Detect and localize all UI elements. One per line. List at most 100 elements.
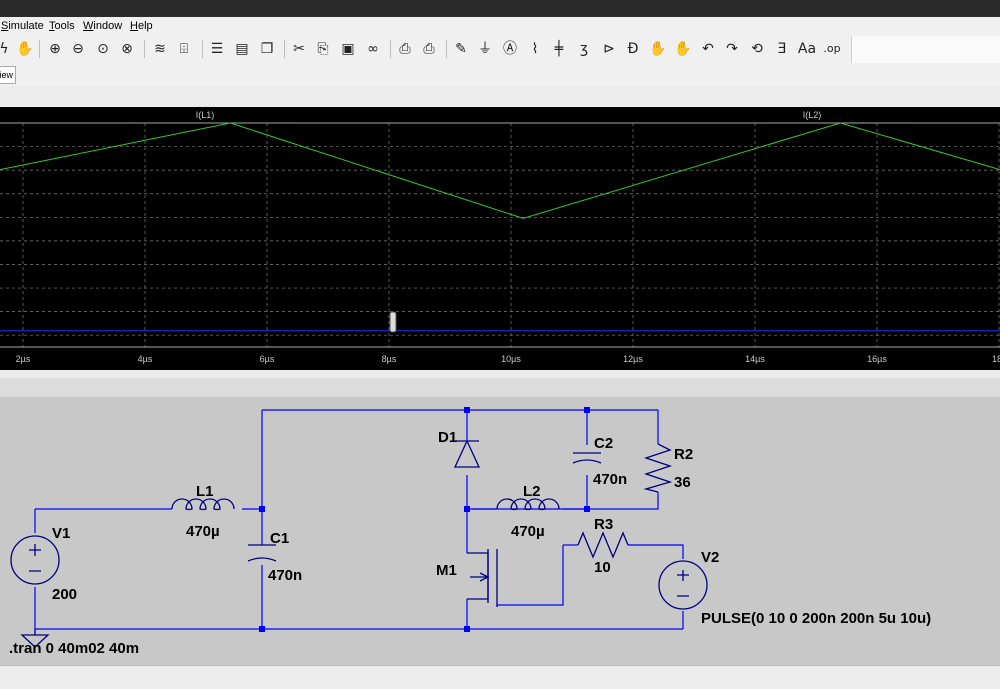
junction (464, 407, 470, 413)
d1-name[interactable]: D1 (438, 429, 457, 446)
tab-view[interactable]: iew (0, 66, 16, 84)
print-setup-icon[interactable]: ⎙ (395, 39, 415, 59)
l1-value[interactable]: 470µ (186, 523, 220, 540)
menu-help[interactable]: Help (130, 20, 153, 32)
spice-directive-icon[interactable]: .op (822, 39, 842, 59)
schematic-titlebar (0, 378, 1000, 397)
menu-window[interactable]: Window (83, 20, 122, 32)
r2-symbol (643, 443, 673, 493)
x-tick-label: 12µs (623, 354, 643, 364)
menu-tools[interactable]: Tools (49, 20, 75, 32)
d1-symbol (453, 439, 481, 468)
pan-hand-icon[interactable]: ✋ (15, 39, 35, 59)
c2-value[interactable]: 470n (593, 471, 627, 488)
autorange-icon[interactable]: ≋ (150, 39, 170, 59)
c2-name[interactable]: C2 (594, 435, 613, 452)
v1-symbol (10, 535, 60, 585)
waveform-plot[interactable]: 2µs 4µs 6µs 8µs 10µs 12µs 14µs 16µs 18 I(L1) I(L… (0, 107, 1000, 370)
component-icon[interactable]: Ð (623, 39, 643, 59)
schematic-canvas[interactable]: V1 200 L1 470µ C1 470n D1 C2 470n R2 36 … (0, 397, 1000, 665)
zoom-out-icon[interactable]: ⊖ (68, 39, 88, 59)
window-gap (0, 86, 1000, 107)
tab-row (0, 64, 1000, 87)
menu-bar: Simulate Tools Window Help (0, 17, 1000, 36)
waveform-grid (0, 122, 1000, 351)
x-tick-label: 10µs (501, 354, 521, 364)
c1-symbol (247, 544, 277, 562)
l2-name[interactable]: L2 (523, 483, 541, 500)
r2-value[interactable]: 36 (674, 474, 691, 491)
junction (259, 506, 265, 512)
tile-horizontal-icon[interactable]: ☰ (207, 39, 227, 59)
l2-symbol (496, 498, 560, 511)
copy-icon[interactable]: ⎘ (313, 39, 333, 59)
l2-value[interactable]: 470µ (511, 523, 545, 540)
x-tick-label: 2µs (16, 354, 31, 364)
toolbar-separator (202, 40, 203, 58)
v2-name[interactable]: V2 (701, 549, 719, 566)
waveform-traces (0, 122, 1000, 332)
x-tick-label: 16µs (867, 354, 887, 364)
capacitor-icon[interactable]: ╪ (549, 39, 569, 59)
junction (464, 506, 470, 512)
zoom-fit-icon[interactable]: ⊙ (93, 39, 113, 59)
cascade-icon[interactable]: ❐ (257, 39, 277, 59)
cursor-handle[interactable] (389, 311, 397, 333)
undo-icon[interactable]: ↶ (698, 39, 718, 59)
find-icon[interactable]: ∞ (363, 39, 383, 59)
junction (584, 407, 590, 413)
move-icon[interactable]: ✋ (648, 39, 668, 59)
x-tick-label: 18 (992, 354, 1000, 364)
junction (259, 626, 265, 632)
schematic-editor[interactable]: V1 200 L1 470µ C1 470n D1 C2 470n R2 36 … (0, 397, 1000, 665)
v1-value[interactable]: 200 (52, 586, 77, 603)
os-top-strip (0, 0, 1000, 17)
cut-icon[interactable]: ✂ (289, 39, 309, 59)
wire (628, 544, 684, 559)
draw-wire-icon[interactable]: ✎ (451, 39, 471, 59)
junction (584, 506, 590, 512)
toolbar-separator (390, 40, 391, 58)
toolbar-separator (446, 40, 447, 58)
probe-icon[interactable]: ϟ (0, 39, 14, 59)
diode-icon[interactable]: ⊳ (599, 39, 619, 59)
v2-value[interactable]: PULSE(0 10 0 200n 200n 5u 10u) (701, 610, 931, 627)
print-icon[interactable]: ⎙ (419, 39, 439, 59)
zoom-full-icon[interactable]: ⌹ (174, 39, 194, 59)
text-icon[interactable]: Aa (797, 39, 817, 59)
tile-vertical-icon[interactable]: ▤ (232, 39, 252, 59)
label-net-icon[interactable]: Ⓐ (500, 39, 520, 59)
zoom-cancel-icon[interactable]: ⊗ (117, 39, 137, 59)
mirror-icon[interactable]: Ǝ (772, 39, 792, 59)
trace-label-il2[interactable]: I(L2) (803, 110, 822, 120)
x-tick-label: 4µs (138, 354, 153, 364)
drag-icon[interactable]: ✋ (673, 39, 693, 59)
toolbar: ϟ ✋ ⊕ ⊖ ⊙ ⊗ ≋ ⌹ ☰ ▤ ❐ ✂ ⎘ ▣ ∞ ⎙ ⎙ ✎ ⏚ Ⓐ … (0, 36, 1000, 65)
c1-name[interactable]: C1 (270, 530, 289, 547)
window-separator (0, 370, 1000, 378)
trace-label-il1[interactable]: I(L1) (196, 110, 215, 120)
ground-icon[interactable]: ⏚ (475, 39, 495, 59)
r2-name[interactable]: R2 (674, 446, 693, 463)
menu-simulate[interactable]: Simulate (1, 20, 44, 32)
rotate-icon[interactable]: ⟲ (747, 39, 767, 59)
v1-name[interactable]: V1 (52, 525, 70, 542)
r3-value[interactable]: 10 (594, 559, 611, 576)
c1-value[interactable]: 470n (268, 567, 302, 584)
waveform-viewer[interactable]: 2µs 4µs 6µs 8µs 10µs 12µs 14µs 16µs 18 I(L1) I(L… (0, 107, 1000, 370)
l1-symbol (171, 498, 235, 511)
spice-directive[interactable]: .tran 0 40m02 40m (9, 640, 139, 657)
m1-name[interactable]: M1 (436, 562, 457, 579)
wire (34, 587, 683, 630)
redo-icon[interactable]: ↷ (722, 39, 742, 59)
m1-symbol (467, 549, 498, 607)
r3-name[interactable]: R3 (594, 516, 613, 533)
toolbar-separator (284, 40, 285, 58)
zoom-in-icon[interactable]: ⊕ (45, 39, 65, 59)
l1-name[interactable]: L1 (196, 483, 214, 500)
x-tick-label: 8µs (382, 354, 397, 364)
paste-icon[interactable]: ▣ (338, 39, 358, 59)
r3-symbol (577, 531, 629, 559)
resistor-icon[interactable]: ⌇ (525, 39, 545, 59)
inductor-icon[interactable]: ʒ (574, 39, 594, 59)
